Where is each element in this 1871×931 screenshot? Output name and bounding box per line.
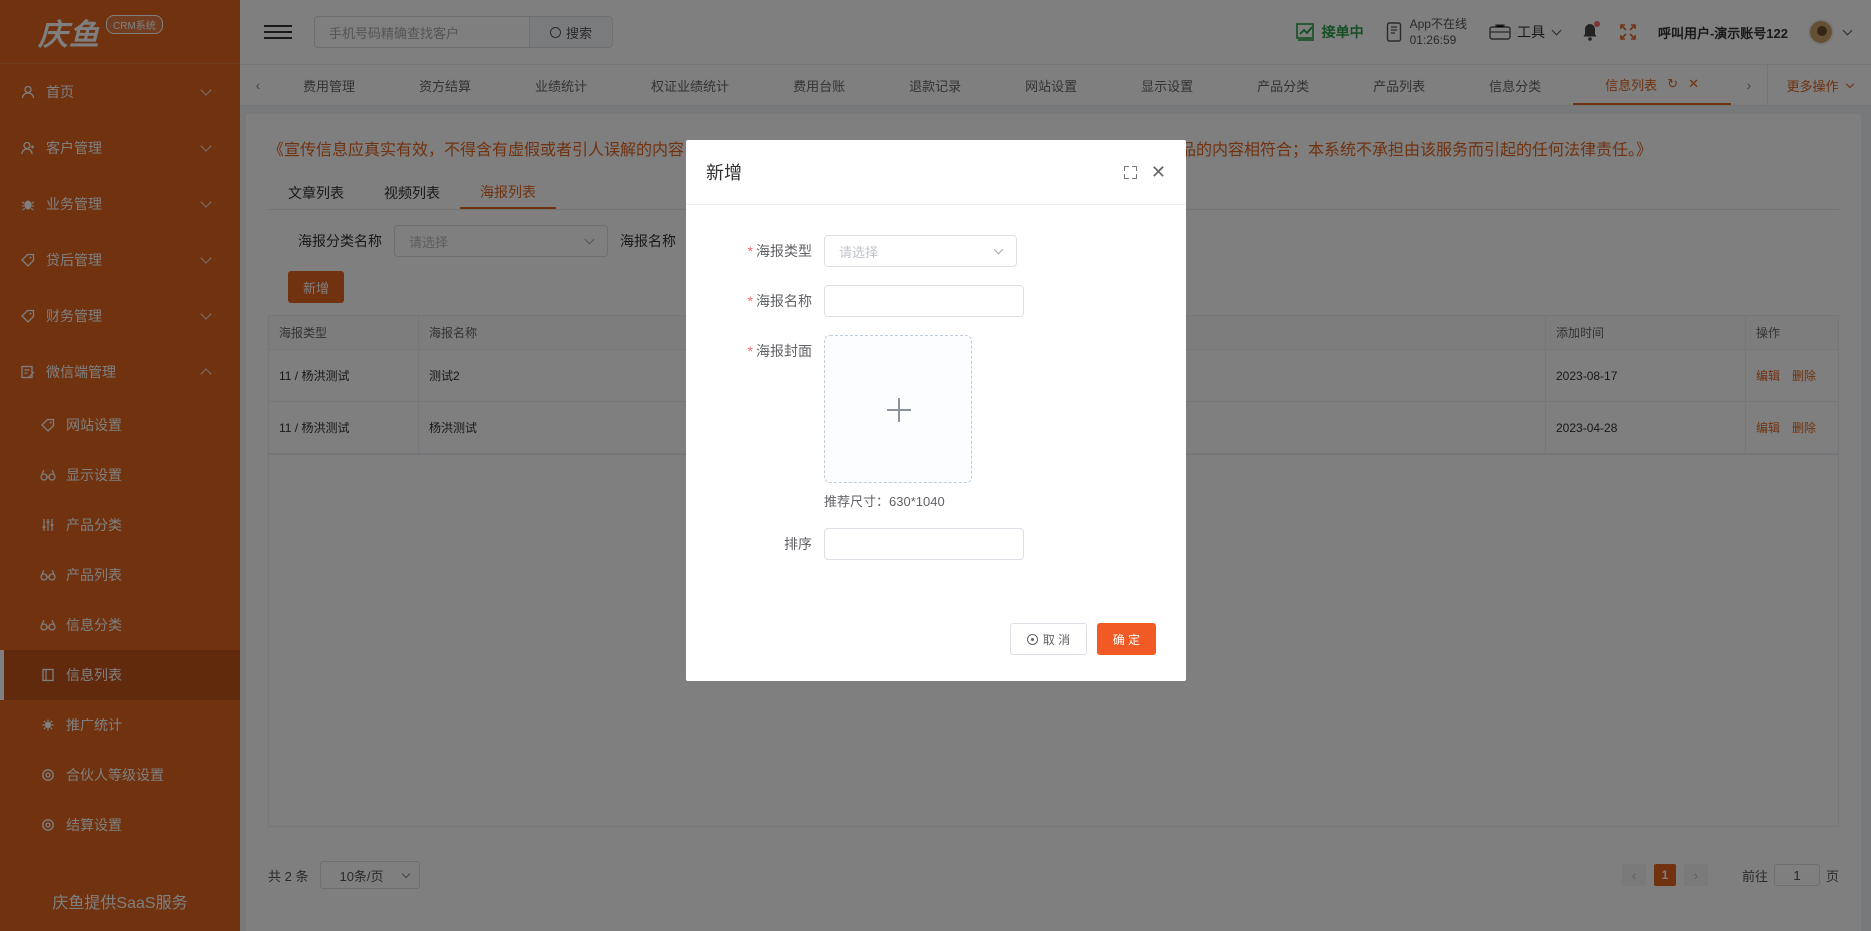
poster-cover-label: * 海报封面: [747, 343, 812, 359]
maximize-icon[interactable]: [1123, 165, 1137, 179]
chevron-down-icon: [993, 244, 1004, 254]
dialog-tools: ✕: [1123, 163, 1166, 181]
dialog-header: 新增 ✕: [686, 140, 1186, 205]
poster-form: * 海报类型 请选择 * 海报名称 * 海报封面 推荐尺寸：630*1040 排序: [686, 205, 1186, 560]
poster-type-select[interactable]: 请选择: [824, 235, 1017, 267]
poster-name-input[interactable]: [824, 285, 1024, 317]
dialog-footer: 取 消 确 定: [1010, 623, 1156, 655]
form-row-sort: 排序: [686, 528, 1186, 560]
poster-type-label: * 海报类型: [747, 243, 812, 259]
cover-size-hint: 推荐尺寸：630*1040: [824, 494, 945, 509]
cover-upload-area[interactable]: [824, 335, 972, 483]
form-row-name: * 海报名称: [686, 285, 1186, 317]
cancel-button[interactable]: 取 消: [1010, 623, 1087, 655]
form-row-cover: * 海报封面 推荐尺寸：630*1040: [686, 335, 1186, 510]
poster-name-label: * 海报名称: [747, 293, 812, 309]
close-icon[interactable]: ✕: [1151, 163, 1166, 181]
sort-input[interactable]: [824, 528, 1024, 560]
confirm-button[interactable]: 确 定: [1097, 623, 1156, 655]
add-poster-dialog: 新增 ✕ * 海报类型 请选择 * 海报名称 * 海报封面 推荐尺寸：630*1…: [686, 140, 1186, 681]
cancel-button-label: 取 消: [1042, 632, 1071, 647]
form-row-type: * 海报类型 请选择: [686, 235, 1186, 267]
sort-label: 排序: [784, 536, 812, 552]
dialog-title: 新增: [706, 163, 742, 183]
cancel-icon: [1026, 633, 1038, 645]
poster-type-placeholder: 请选择: [839, 244, 879, 260]
